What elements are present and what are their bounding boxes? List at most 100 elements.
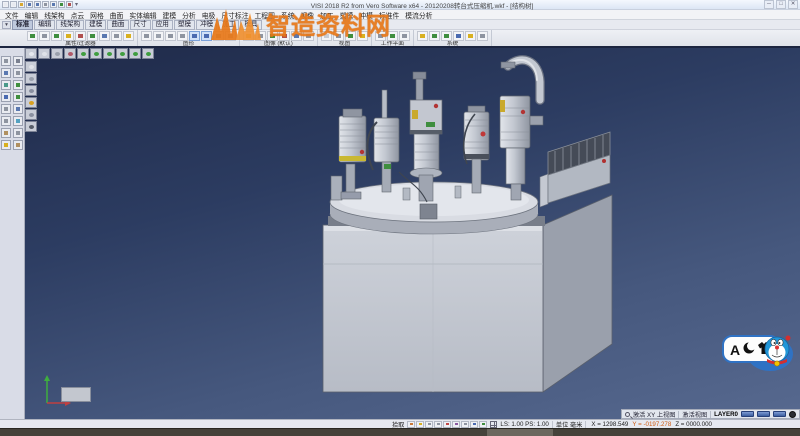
active-view-label[interactable]: 激活视图 [682,410,707,419]
ribbon-group-1-tool-1-icon[interactable] [153,31,164,41]
snap-2-icon[interactable] [425,421,433,428]
ribbon-group-1-tool-4-icon[interactable] [189,31,200,41]
maximize-button[interactable]: □ [776,0,786,9]
ribbon-group-5-tool-1-icon[interactable] [429,31,440,41]
ribbon-group-0-tool-5-icon[interactable] [87,31,98,41]
menu-item-13[interactable]: 视像 [298,10,318,20]
quick-access-6-icon[interactable] [50,1,57,8]
ribbon-group-5-tool-4-icon[interactable] [465,31,476,41]
snap-0-icon[interactable] [407,421,415,428]
menu-item-8[interactable]: 分析 [179,10,199,20]
active-layer[interactable]: LAYER0 [714,411,738,418]
ribbon-group-1-tool-7-icon[interactable] [225,31,236,41]
ribbon-group-3-tool-1-icon[interactable] [333,31,344,41]
active-view-mode[interactable]: 激活 XY 上视图 [633,410,676,419]
menu-item-10[interactable]: 尺寸标注 [218,10,251,20]
color-well-icon[interactable] [789,411,796,418]
snap-1-icon[interactable] [416,421,424,428]
snap-3-icon[interactable] [434,421,442,428]
left-tool-13-icon[interactable] [13,128,23,138]
ribbon-group-1-tool-6-icon[interactable] [213,31,224,41]
view-orient-5-icon[interactable] [90,48,102,59]
menu-item-11[interactable]: 工程图 [252,10,278,20]
left-tool-7-icon[interactable] [13,92,23,102]
ribbon-group-4-tool-0-icon[interactable] [375,31,386,41]
quick-access-3-icon[interactable] [26,1,33,8]
ribbon-tab-5[interactable]: 尺寸 [130,20,151,30]
menu-item-1[interactable]: 编辑 [22,10,42,20]
quick-access-0-icon[interactable] [2,1,9,8]
left-tool-2-icon[interactable] [1,68,11,78]
menu-item-2[interactable]: 线架构 [41,10,67,20]
view-orient-4-icon[interactable] [77,48,89,59]
ribbon-group-0-tool-7-icon[interactable] [111,31,122,41]
quick-access-2-icon[interactable] [18,1,25,8]
left-tool-1-icon[interactable] [13,56,23,66]
snap-5-icon[interactable] [452,421,460,428]
menu-item-3[interactable]: 点云 [68,10,88,20]
ribbon-tab-3[interactable]: 建模 [85,20,106,30]
view-orient-3-icon[interactable] [64,48,76,59]
ribbon-tab-1[interactable]: 编辑 [34,20,55,30]
view-option-1-icon[interactable] [25,73,37,84]
ribbon-group-3-tool-3-icon[interactable] [357,31,368,41]
ribbon-group-0-tool-3-icon[interactable] [63,31,74,41]
ribbon-group-4-tool-2-icon[interactable] [399,31,410,41]
view-orient-6-icon[interactable] [103,48,115,59]
view-orient-7-icon[interactable] [116,48,128,59]
snap-4-icon[interactable] [443,421,451,428]
ime-mode-letter[interactable]: A [730,342,740,358]
ribbon-group-4-tool-1-icon[interactable] [387,31,398,41]
ribbon-group-1-tool-2-icon[interactable] [165,31,176,41]
close-button[interactable]: ✕ [788,0,798,9]
viewport-3d[interactable]: A [25,48,800,419]
view-option-2-icon[interactable] [25,85,37,96]
left-tool-4-icon[interactable] [1,80,11,90]
left-tool-15-icon[interactable] [13,140,23,150]
quick-access-1-icon[interactable] [10,1,17,8]
ribbon-tab-8[interactable]: 冲模 [196,20,217,30]
ribbon-group-3-tool-2-icon[interactable] [345,31,356,41]
ribbon-group-3-tool-0-icon[interactable] [321,31,332,41]
ribbon-group-0-tool-4-icon[interactable] [75,31,86,41]
menu-item-18[interactable]: 模流分析 [402,10,435,20]
ribbon-group-1-tool-5-icon[interactable] [201,31,212,41]
ribbon-group-0-tool-6-icon[interactable] [99,31,110,41]
menu-item-4[interactable]: 网格 [87,10,107,20]
ribbon-group-2-tool-1-icon[interactable] [255,31,266,41]
ribbon-tab-9[interactable]: 加工 [218,20,239,30]
doraemon-widget[interactable]: A [722,328,794,374]
ribbon-group-2-tool-4-icon[interactable] [291,31,302,41]
ribbon-group-5-tool-3-icon[interactable] [453,31,464,41]
menu-item-6[interactable]: 实体编辑 [126,10,159,20]
view-option-4-icon[interactable] [25,109,37,120]
ribbon-group-5-tool-0-icon[interactable] [417,31,428,41]
ribbon-group-1-tool-0-icon[interactable] [141,31,152,41]
left-tool-10-icon[interactable] [1,116,11,126]
taskbar-segment[interactable] [487,429,553,436]
tab-overflow-icon[interactable]: ▾ [2,21,11,29]
layer-button-3[interactable] [773,411,786,417]
view-orient-8-icon[interactable] [129,48,141,59]
view-orient-2-icon[interactable] [51,48,63,59]
ribbon-tab-2[interactable]: 线架构 [56,20,84,30]
cad-model-rotary-compressor[interactable] [315,52,625,402]
left-tool-5-icon[interactable] [13,80,23,90]
menu-item-12[interactable]: 系统 [278,10,298,20]
magnifier-icon[interactable] [625,412,630,417]
menu-item-9[interactable]: 电极 [199,10,219,20]
ribbon-group-0-tool-8-icon[interactable] [123,31,134,41]
quick-access-overflow-icon[interactable]: ▾ [75,1,78,8]
view-option-5-icon[interactable] [25,121,37,132]
left-tool-9-icon[interactable] [13,104,23,114]
quick-access-4-icon[interactable] [34,1,41,8]
left-tool-11-icon[interactable] [13,116,23,126]
ribbon-tab-6[interactable]: 应用 [152,20,173,30]
ribbon-tab-0[interactable]: 标准 [12,20,33,30]
ribbon-group-2-tool-2-icon[interactable] [267,31,278,41]
grid-toggle-icon[interactable] [490,421,497,428]
quick-access-7-icon[interactable] [58,1,65,8]
ribbon-group-2-tool-0-icon[interactable] [243,31,254,41]
ribbon-group-1-tool-3-icon[interactable] [177,31,188,41]
menu-item-17[interactable]: 标准件 [376,10,402,20]
